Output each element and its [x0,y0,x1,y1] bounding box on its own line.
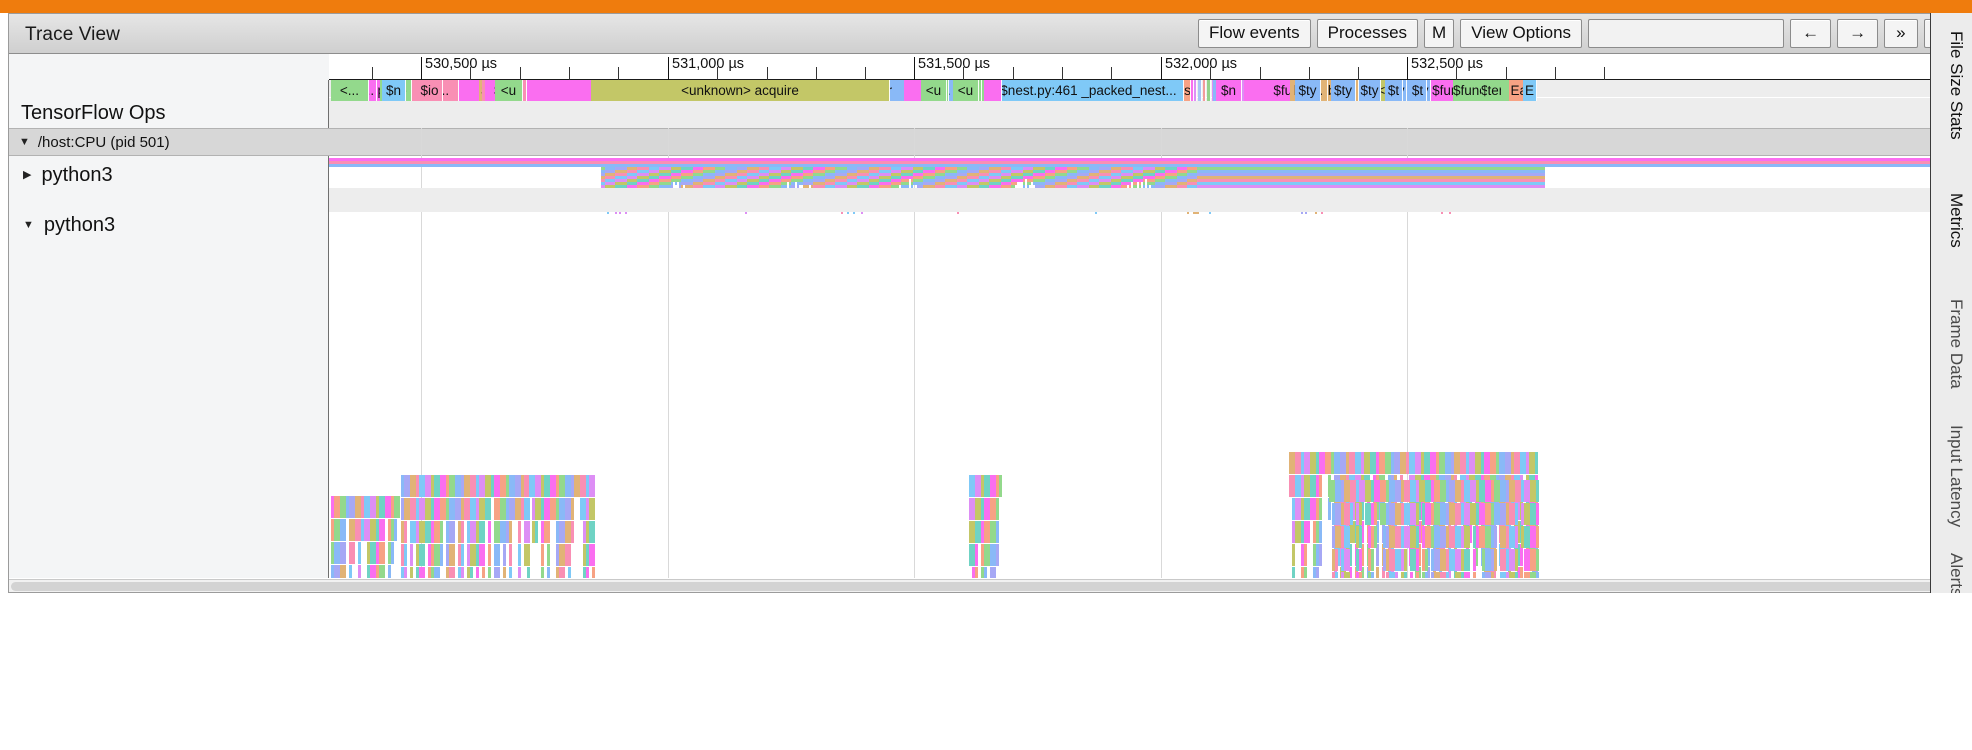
ruler-tick-minor [568,67,570,80]
ruler-tick-minor [618,67,620,80]
ruler-tick-label: 530,500 µs [425,56,498,72]
overview-sample [1321,212,1323,214]
overview-sample [1029,182,1031,185]
ruler-tick-minor [717,67,719,80]
ruler-tick-minor [1554,67,1556,80]
ruler-tick-label: 532,500 µs [1411,56,1484,72]
ruler-tick-minor [766,67,768,80]
overview-sample [615,212,617,214]
ruler-tick-minor [865,67,867,80]
ruler-tick-minor [1505,67,1507,80]
overview-sample [619,212,621,214]
gridline [668,80,669,578]
overview-sample [1449,212,1451,214]
search-input[interactable] [1589,20,1784,47]
processes-button[interactable]: Processes [1316,19,1419,48]
flow-events-button[interactable]: Flow events [1197,19,1311,48]
ruler-tick-minor [1210,67,1212,80]
ruler-tick-minor [1061,67,1063,80]
row-gutter: TensorFlow Ops ▼ /host:CPU (pid 501) ▶ p… [9,80,329,578]
overview-sample [625,212,627,214]
ruler-tick-minor [470,67,472,80]
trace-view-panel: Trace View Flow events Processes M View … [8,13,1964,593]
overview-sample [1441,212,1443,214]
sidebar-item-thread-python3-expanded[interactable]: ▼ python3 [9,208,329,242]
chevron-down-icon-2[interactable]: ▼ [23,219,34,231]
overview-sample [1197,212,1199,214]
ruler-gutter-spacer [9,54,329,80]
chevron-right-icon[interactable]: ▶ [23,169,31,181]
overview-sample [841,212,843,214]
overview-sample [957,212,959,214]
window-accent-bar [0,0,1972,13]
ruler-tick-minor [815,67,817,80]
ruler-tick-minor [1308,67,1310,80]
process-row-host-cpu[interactable]: ▼ /host:CPU (pid 501) [9,128,329,156]
process-strip: x [329,128,1963,156]
overview-sample [675,182,677,185]
ruler-tick-minor [1456,67,1458,80]
overview-sample [607,212,609,214]
nav-back-button[interactable]: ← [1790,19,1832,48]
nav-forward-button[interactable]: → [1837,19,1879,48]
overview-sample [1209,212,1211,214]
metrics-toggle-button[interactable]: M [1424,19,1455,48]
ruler-tick-label: 532,000 µs [1165,56,1238,72]
timeline-ruler[interactable]: 530,500 µs 531,000 µs 531,500 µs 532,000 µs… [9,54,1963,80]
page-title: Trace View [25,24,120,45]
overview-sample [1187,212,1189,214]
overview-sample [745,212,747,214]
ruler-tick-minor [1358,67,1360,80]
gridline [1161,80,1162,578]
ruler-track[interactable]: 530,500 µs 531,000 µs 531,500 µs 532,000 µs… [329,54,1963,80]
view-options-button[interactable]: View Options [1460,19,1583,48]
overview-sample [1301,212,1303,214]
group-title: TensorFlow Ops [21,102,166,124]
overview-sample [1095,212,1097,214]
gridline [914,80,915,578]
ruler-tick-minor [1111,67,1113,80]
thread-label-2: python3 [43,213,116,236]
overview-sample [1015,182,1017,185]
ruler-tick-minor [963,67,965,80]
ruler-tick-minor [519,67,521,80]
process-label: /host:CPU (pid 501) [37,133,170,151]
overview-sample [861,212,863,214]
overview-sample [1305,212,1307,214]
overview-sample [1315,212,1317,214]
ruler-tick-minor [1604,67,1606,80]
ruler-tick-label: 531,000 µs [672,56,745,72]
trace-rows: TensorFlow Ops ▼ /host:CPU (pid 501) ▶ p… [9,80,1963,578]
overview-sample [847,212,849,214]
ruler-tick-minor [1012,67,1014,80]
flamechart-track[interactable]: x TraceContextTraceContext$callbacks.py:… [329,80,1963,578]
search-input-wrap[interactable] [1588,19,1785,48]
trace-view-header: Trace View Flow events Processes M View … [9,14,1963,54]
ruler-tick-minor [1259,67,1261,80]
overview-sample [853,212,855,214]
sidebar-item-thread-python3-collapsed[interactable]: ▶ python3 [9,158,329,192]
ruler-tick-minor [371,67,373,80]
ruler-tick-label: 531,500 µs [918,56,991,72]
nav-more-button[interactable]: » [1884,19,1918,48]
thread-label: python3 [41,163,113,186]
toolbar: Flow events Processes M View Options ← →… [1197,19,1957,48]
chevron-down-icon[interactable]: ▼ [19,136,30,148]
